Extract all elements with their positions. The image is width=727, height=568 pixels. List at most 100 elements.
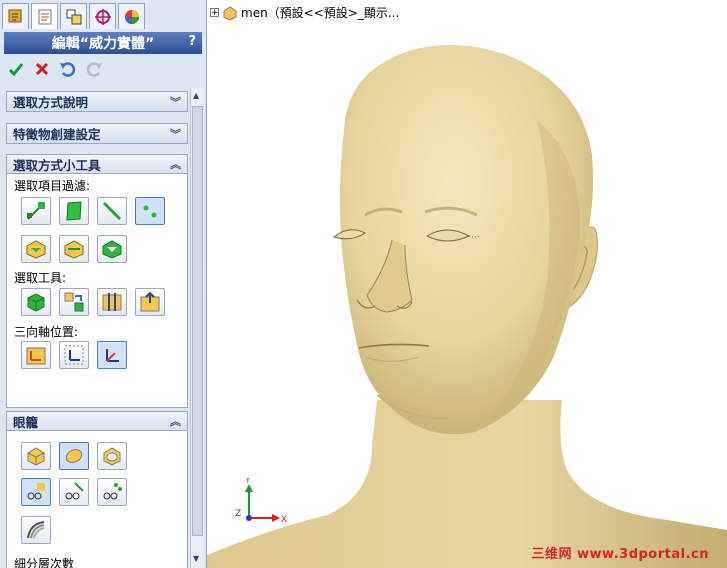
undo-button[interactable] <box>58 59 78 79</box>
dimxpert-tab[interactable] <box>89 3 116 29</box>
ellipsoid-cage-icon <box>65 449 83 463</box>
selection-help-group: 選取方式說明 ︾ <box>6 91 188 112</box>
x-icon <box>35 62 49 76</box>
cage-show-face-button[interactable] <box>21 478 51 506</box>
action-buttons <box>6 59 104 79</box>
redo-button[interactable] <box>84 59 104 79</box>
scroll-up-icon[interactable]: ▲ <box>193 91 199 100</box>
cage-show-vertex-button[interactable] <box>97 478 127 506</box>
select-loop-button[interactable] <box>97 288 127 316</box>
ring-selection-icon <box>140 291 160 312</box>
z-axis-label: Z <box>235 509 241 519</box>
triad-on-edge-button[interactable] <box>59 341 89 369</box>
scroll-down-icon[interactable]: ▼ <box>193 554 199 563</box>
display-manager-tab[interactable] <box>118 3 145 29</box>
face-filter-icon <box>66 201 82 221</box>
cage-row-3 <box>21 516 51 544</box>
edge-vertex-filter-icon <box>27 202 45 220</box>
selection-tools-header[interactable]: 選取方式小工具 ︽ <box>7 155 187 174</box>
subdivision-level-label: 細分層次數 <box>14 557 75 568</box>
subdivision-icon <box>27 521 45 539</box>
feature-manager-tab[interactable] <box>2 3 29 29</box>
y-axis-label: Y <box>244 478 251 486</box>
triad-on-vertex-button[interactable] <box>97 341 127 369</box>
feature-manager-icon <box>8 9 21 22</box>
selection-tools-group: 選取方式小工具 ︽ 選取項目過濾: 選取工具: 三向軸位置: <box>6 154 188 408</box>
ok-button[interactable] <box>6 59 26 79</box>
filter-cage-edge-button[interactable] <box>59 235 89 263</box>
checkmark-icon <box>8 63 24 77</box>
cage-header[interactable]: 眼籠 ︽ <box>7 412 187 431</box>
triad-on-face-button[interactable] <box>21 341 51 369</box>
cage-edge-icon <box>64 240 84 259</box>
glasses-vertex-icon <box>103 483 122 500</box>
subdivision-display-button[interactable] <box>21 516 51 544</box>
chevron-down-icon: ︾ <box>170 127 181 141</box>
filter-face-button[interactable] <box>59 197 89 225</box>
configuration-manager-tab[interactable] <box>60 3 87 29</box>
group-title: 選取方式說明 <box>13 95 89 110</box>
part-icon <box>223 5 237 21</box>
graphics-area[interactable]: + men（預設<<預設>_顯示... Y X Z 三维网 www.3dport… <box>207 0 727 568</box>
reference-triad: Y X Z <box>235 478 287 525</box>
display-manager-icon <box>124 9 139 24</box>
cage-ellipsoid-button[interactable] <box>59 442 89 470</box>
filter-vertex-button[interactable] <box>135 197 165 225</box>
cancel-button[interactable] <box>32 59 52 79</box>
group-title: 眼籠 <box>13 414 39 430</box>
edge-filter-icon <box>102 201 122 221</box>
box-cage-icon <box>27 447 45 466</box>
cage-row-2 <box>21 478 127 506</box>
feature-tree-flyout[interactable]: + men（預設<<預設>_顯示... <box>210 4 399 21</box>
select-ring-button[interactable] <box>135 288 165 316</box>
wrap-cage-icon <box>103 447 121 466</box>
expand-icon[interactable]: + <box>210 8 219 18</box>
property-manager-icon <box>38 9 51 24</box>
cage-face-icon <box>26 240 46 259</box>
chevron-up-icon: ︽ <box>170 415 181 428</box>
filter-row-2 <box>21 235 127 263</box>
feature-creation-header[interactable]: 特徵物創建設定 ︾ <box>7 124 187 143</box>
dimxpert-icon <box>94 8 111 25</box>
vertex-filter-icon <box>143 205 157 218</box>
glasses-face-icon <box>27 483 45 500</box>
triad-position-label: 三向軸位置: <box>14 325 79 339</box>
property-manager-tab[interactable] <box>31 3 58 29</box>
undo-icon <box>60 62 76 77</box>
cage-vertex-icon <box>102 240 122 259</box>
watermark: 三维网 www.3dportal.cn <box>531 547 709 562</box>
property-manager-panel: 編輯“威力實體” ? 選取方式說明 ︾ 特徵物創建設定 ︾ 選取方式小工具 ︽ … <box>0 0 207 568</box>
select-grow-button[interactable] <box>59 288 89 316</box>
tree-root-label: men（預設<<預設>_顯示... <box>241 6 400 20</box>
filter-vertex-edge-button[interactable] <box>21 197 51 225</box>
selection-tools-label: 選取工具: <box>14 271 67 285</box>
panel-title: 編輯“威力實體” <box>51 36 155 52</box>
chevron-up-icon: ︽ <box>170 158 181 171</box>
filter-cage-vertex-button[interactable] <box>97 235 127 263</box>
cage-show-edge-button[interactable] <box>59 478 89 506</box>
help-button[interactable]: ? <box>188 34 196 49</box>
cage-row-1 <box>21 442 127 470</box>
cage-wrap-button[interactable] <box>97 442 127 470</box>
selection-help-header[interactable]: 選取方式說明 ︾ <box>7 92 187 111</box>
triad-edge-icon <box>64 345 84 365</box>
cage-box-button[interactable] <box>21 442 51 470</box>
glasses-edge-icon <box>65 482 84 500</box>
chevron-down-icon: ︾ <box>170 95 181 109</box>
selection-filter-label: 選取項目過濾: <box>14 179 91 193</box>
filter-row-1 <box>21 197 165 225</box>
panel-scrollbar[interactable]: ▲ ▼ <box>190 88 204 568</box>
panel-scroll-area: 選取方式說明 ︾ 特徵物創建設定 ︾ 選取方式小工具 ︽ 選取項目過濾: 選取工… <box>2 88 188 568</box>
cube-icon <box>27 293 45 312</box>
cage-group: 眼籠 ︽ 細分層次數 <box>6 411 188 568</box>
filter-edge-button[interactable] <box>97 197 127 225</box>
triad-row <box>21 341 127 369</box>
filter-cage-face-button[interactable] <box>21 235 51 263</box>
select-all-button[interactable] <box>21 288 51 316</box>
redo-icon <box>86 62 102 77</box>
group-title: 特徵物創建設定 <box>13 127 101 142</box>
tools-row <box>21 288 165 316</box>
configuration-manager-icon <box>66 9 81 24</box>
scroll-thumb[interactable] <box>192 106 203 536</box>
panel-title-bar: 編輯“威力實體” ? <box>4 32 202 54</box>
